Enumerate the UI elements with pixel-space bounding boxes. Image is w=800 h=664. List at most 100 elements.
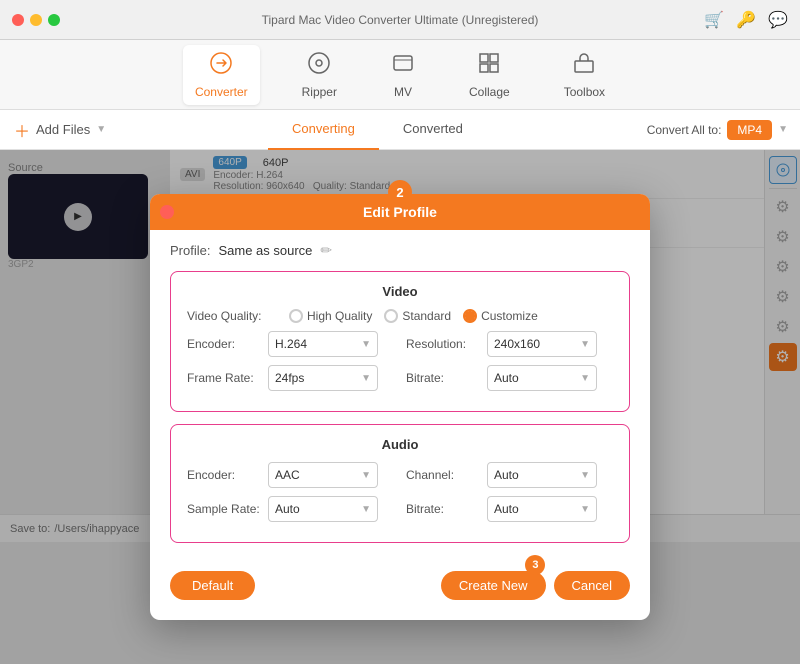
action-buttons: 3 Create New Cancel	[441, 571, 630, 600]
framerate-field: Frame Rate: 24fps ▼	[187, 365, 394, 391]
main-content: Source ▶ 3GP2 AVI 640P 640P Encoder: H.2…	[0, 150, 800, 514]
channel-value: Auto	[494, 468, 519, 482]
titlebar-actions: 🛒 🔑 💬	[704, 10, 788, 30]
audio-bitrate-arrow: ▼	[580, 504, 590, 515]
profile-label: Profile:	[170, 243, 210, 258]
framerate-arrow: ▼	[361, 373, 371, 384]
dropdown-arrow-icon: ▼	[96, 124, 106, 135]
navbar: Converter Ripper MV Collage Toolbox	[0, 40, 800, 110]
radio-high-label: High Quality	[307, 309, 372, 323]
quality-customize[interactable]: Customize	[463, 309, 538, 323]
resolution-arrow: ▼	[580, 339, 590, 350]
video-quality-row: Video Quality: High Quality Standard	[187, 309, 613, 323]
encoder-label: Encoder:	[187, 337, 262, 351]
edit-profile-modal: 2 ✕ Edit Profile Profile: Same as source…	[150, 194, 650, 620]
sample-rate-arrow: ▼	[361, 504, 371, 515]
quality-high[interactable]: High Quality	[289, 309, 372, 323]
nav-collage[interactable]: Collage	[457, 45, 522, 105]
framerate-select[interactable]: 24fps ▼	[268, 365, 378, 391]
audio-encoder-select[interactable]: AAC ▼	[268, 462, 378, 488]
video-bitrate-arrow: ▼	[580, 373, 590, 384]
profile-value: Same as source	[218, 243, 312, 258]
footer-step-number: 3	[525, 555, 545, 575]
nav-converter-label: Converter	[195, 85, 248, 99]
convert-all-dropdown-icon[interactable]: ▼	[778, 124, 788, 135]
nav-collage-label: Collage	[469, 85, 510, 99]
samplerate-abitrate-row: Sample Rate: Auto ▼ Bitrate: Auto ▼	[187, 496, 613, 522]
app-title: Tipard Mac Video Converter Ultimate (Unr…	[262, 13, 539, 27]
nav-ripper[interactable]: Ripper	[290, 45, 349, 105]
maximize-dot[interactable]	[48, 14, 60, 26]
window-controls	[12, 14, 60, 26]
plus-icon: ＋	[14, 118, 30, 142]
convert-all-section: Convert All to: MP4 ▼	[635, 120, 800, 140]
toolbox-icon	[572, 51, 596, 81]
convert-all-label: Convert All to:	[647, 123, 722, 137]
resolution-label: Resolution:	[406, 337, 481, 351]
add-files-button[interactable]: ＋ Add Files ▼	[0, 110, 120, 149]
convert-all-format[interactable]: MP4	[727, 120, 772, 140]
channel-arrow: ▼	[580, 470, 590, 481]
modal-step-number: 2	[388, 180, 412, 204]
radio-standard-circle	[384, 309, 398, 323]
nav-converter[interactable]: Converter	[183, 45, 260, 105]
nav-toolbox[interactable]: Toolbox	[552, 45, 617, 105]
resolution-select[interactable]: 240x160 ▼	[487, 331, 597, 357]
radio-customize-circle	[463, 309, 477, 323]
modal-footer: Default 3 Create New Cancel	[150, 567, 650, 600]
default-button[interactable]: Default	[170, 571, 255, 600]
audio-section: Audio Encoder: AAC ▼ Channel:	[170, 424, 630, 543]
collage-icon	[477, 51, 501, 81]
radio-standard-label: Standard	[402, 309, 451, 323]
video-section: Video Video Quality: High Quality Standa…	[170, 271, 630, 412]
video-quality-options: High Quality Standard Customize	[289, 309, 538, 323]
nav-mv[interactable]: MV	[379, 45, 427, 105]
framerate-bitrate-row: Frame Rate: 24fps ▼ Bitrate: Auto ▼	[187, 365, 613, 391]
converter-icon	[209, 51, 233, 81]
modal-close-button[interactable]: ✕	[160, 205, 174, 219]
toolbar-tabs: Converting Converted	[120, 110, 635, 150]
modal-overlay: 2 ✕ Edit Profile Profile: Same as source…	[0, 150, 800, 664]
radio-customize-label: Customize	[481, 309, 538, 323]
cart-icon[interactable]: 🛒	[704, 10, 724, 30]
nav-toolbox-label: Toolbox	[564, 85, 605, 99]
edit-icon[interactable]: ✏	[320, 242, 332, 259]
quality-standard[interactable]: Standard	[384, 309, 451, 323]
minimize-dot[interactable]	[30, 14, 42, 26]
create-new-button[interactable]: Create New	[441, 571, 546, 600]
framerate-value: 24fps	[275, 371, 304, 385]
sample-rate-field: Sample Rate: Auto ▼	[187, 496, 394, 522]
video-bitrate-select[interactable]: Auto ▼	[487, 365, 597, 391]
encoder-arrow: ▼	[361, 339, 371, 350]
close-dot[interactable]	[12, 14, 24, 26]
video-bitrate-value: Auto	[494, 371, 519, 385]
encoder-field: Encoder: H.264 ▼	[187, 331, 394, 357]
audio-encoder-arrow: ▼	[361, 470, 371, 481]
titlebar: Tipard Mac Video Converter Ultimate (Unr…	[0, 0, 800, 40]
key-icon[interactable]: 🔑	[736, 10, 756, 30]
encoder-select[interactable]: H.264 ▼	[268, 331, 378, 357]
channel-label: Channel:	[406, 468, 481, 482]
tab-converted[interactable]: Converted	[379, 110, 487, 150]
encoder-value: H.264	[275, 337, 307, 351]
ripper-icon	[307, 51, 331, 81]
channel-select[interactable]: Auto ▼	[487, 462, 597, 488]
modal-body: Profile: Same as source ✏ Video Video Qu…	[150, 230, 650, 567]
audio-bitrate-select[interactable]: Auto ▼	[487, 496, 597, 522]
nav-mv-label: MV	[394, 85, 412, 99]
modal-title: Edit Profile	[363, 204, 437, 220]
sample-rate-select[interactable]: Auto ▼	[268, 496, 378, 522]
cancel-button[interactable]: Cancel	[554, 571, 630, 600]
toolbar: ＋ Add Files ▼ Converting Converted Conve…	[0, 110, 800, 150]
video-bitrate-label: Bitrate:	[406, 371, 481, 385]
radio-high-circle	[289, 309, 303, 323]
audio-encoder-field: Encoder: AAC ▼	[187, 462, 394, 488]
resolution-field: Resolution: 240x160 ▼	[406, 331, 613, 357]
channel-field: Channel: Auto ▼	[406, 462, 613, 488]
message-icon[interactable]: 💬	[768, 10, 788, 30]
framerate-label: Frame Rate:	[187, 371, 262, 385]
audio-encoder-value: AAC	[275, 468, 300, 482]
tab-converting[interactable]: Converting	[268, 110, 379, 150]
video-quality-label: Video Quality:	[187, 309, 277, 323]
encoder-resolution-row: Encoder: H.264 ▼ Resolution: 240x160 ▼	[187, 331, 613, 357]
